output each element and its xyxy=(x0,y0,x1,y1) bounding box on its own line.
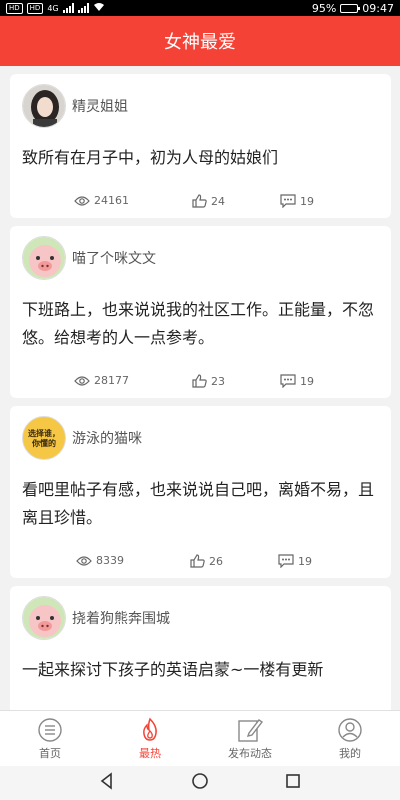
signal-icon-2 xyxy=(77,3,89,13)
system-nav-bar xyxy=(0,766,400,800)
comment-icon[interactable] xyxy=(280,374,296,388)
post-author[interactable]: 挠着狗熊奔围城 xyxy=(22,596,170,640)
status-bar: HD HD 4G 95% 09:47 xyxy=(0,0,400,16)
views-stat: 24161 xyxy=(74,194,129,207)
post-stats: 8339 26 19 xyxy=(10,554,391,574)
post-stats: 24161 24 19 xyxy=(10,194,391,214)
username[interactable]: 喵了个咪文文 xyxy=(72,248,156,268)
battery-percent: 95% xyxy=(311,1,337,15)
views-stat: 28177 xyxy=(74,374,129,387)
post-feed[interactable]: 精灵姐姐 致所有在月子中，初为人母的姑娘们 24161 24 19 喵了个咪文文… xyxy=(0,66,400,710)
home-list-icon xyxy=(37,717,63,743)
network-type: 4G xyxy=(47,3,59,13)
eye-icon xyxy=(76,555,92,567)
edit-post-icon xyxy=(237,717,263,743)
comment-icon[interactable] xyxy=(278,554,294,568)
likes-stat[interactable]: 26 xyxy=(190,554,223,568)
post-stats: 28177 23 19 xyxy=(10,374,391,394)
likes-stat[interactable]: 23 xyxy=(192,374,225,388)
view-count: 8339 xyxy=(96,554,124,567)
tab-home[interactable]: 首页 xyxy=(0,711,100,766)
comments-stat[interactable]: 19 xyxy=(280,374,314,388)
comments-stat[interactable]: 19 xyxy=(278,554,312,568)
page-title: 女神最爱 xyxy=(164,32,236,53)
username[interactable]: 挠着狗熊奔围城 xyxy=(72,608,170,628)
user-profile-icon xyxy=(337,717,363,743)
like-count: 23 xyxy=(211,374,225,388)
likes-stat[interactable]: 24 xyxy=(192,194,225,208)
clock: 09:47 xyxy=(362,1,394,15)
views-stat: 8339 xyxy=(76,554,124,567)
hd-badge: HD xyxy=(6,2,23,14)
recents-square-icon[interactable] xyxy=(284,772,302,794)
app-header: 女神最爱 xyxy=(0,16,400,66)
status-right: 95% 09:47 xyxy=(312,2,394,15)
tab-profile[interactable]: 我的 xyxy=(300,711,400,766)
tab-hot[interactable]: 最热 xyxy=(100,711,200,766)
avatar-text: 选择谁，你懂的 xyxy=(28,428,60,448)
post-text[interactable]: 下班路上，也来说说我的社区工作。正能量，不忽悠。给想考的人一点参考。 xyxy=(22,296,380,352)
post-card[interactable]: 喵了个咪文文 下班路上，也来说说我的社区工作。正能量，不忽悠。给想考的人一点参考… xyxy=(10,226,391,398)
tab-label: 首页 xyxy=(39,746,61,760)
like-count: 26 xyxy=(209,554,223,568)
post-card[interactable]: 精灵姐姐 致所有在月子中，初为人母的姑娘们 24161 24 19 xyxy=(10,74,391,218)
thumbs-up-icon[interactable] xyxy=(192,194,207,208)
woman-photo-avatar-icon[interactable] xyxy=(22,84,66,128)
tab-publish[interactable]: 发布动态 xyxy=(200,711,300,766)
like-count: 24 xyxy=(211,194,225,208)
post-text[interactable]: 一起来探讨下孩子的英语启蒙~一楼有更新 xyxy=(22,656,380,684)
post-card[interactable]: 选择谁，你懂的 游泳的猫咪 看吧里帖子有感，也来说说自己吧，离婚不易，且离且珍惜… xyxy=(10,406,391,578)
post-author[interactable]: 喵了个咪文文 xyxy=(22,236,156,280)
comment-count: 19 xyxy=(300,374,314,388)
post-text[interactable]: 看吧里帖子有感，也来说说自己吧，离婚不易，且离且珍惜。 xyxy=(22,476,380,532)
cartoon-pig-avatar-icon[interactable] xyxy=(22,236,66,280)
post-text[interactable]: 致所有在月子中，初为人母的姑娘们 xyxy=(22,144,380,172)
thumbs-up-icon[interactable] xyxy=(190,554,205,568)
text-badge-avatar-icon[interactable]: 选择谁，你懂的 xyxy=(22,416,66,460)
post-author[interactable]: 选择谁，你懂的 游泳的猫咪 xyxy=(22,416,142,460)
view-count: 28177 xyxy=(94,374,129,387)
post-card[interactable]: 挠着狗熊奔围城 一起来探讨下孩子的英语启蒙~一楼有更新 xyxy=(10,586,391,710)
eye-icon xyxy=(74,195,90,207)
back-icon[interactable] xyxy=(98,772,116,794)
view-count: 24161 xyxy=(94,194,129,207)
username[interactable]: 精灵姐姐 xyxy=(72,96,128,116)
post-author[interactable]: 精灵姐姐 xyxy=(22,84,128,128)
signal-icon xyxy=(62,3,74,13)
cartoon-pig-avatar-icon[interactable] xyxy=(22,596,66,640)
wifi-icon xyxy=(93,2,105,15)
tab-label: 我的 xyxy=(339,746,361,760)
flame-icon xyxy=(137,717,163,743)
home-circle-icon[interactable] xyxy=(191,772,209,794)
thumbs-up-icon[interactable] xyxy=(192,374,207,388)
eye-icon xyxy=(74,375,90,387)
comment-icon[interactable] xyxy=(280,194,296,208)
battery-icon xyxy=(340,3,361,13)
hd-badge-2: HD xyxy=(26,2,44,14)
comment-count: 19 xyxy=(300,194,314,208)
comment-count: 19 xyxy=(298,554,312,568)
username[interactable]: 游泳的猫咪 xyxy=(72,428,142,448)
comments-stat[interactable]: 19 xyxy=(280,194,314,208)
tab-label: 最热 xyxy=(139,746,161,760)
bottom-tab-bar: 首页 最热 发布动态 我的 xyxy=(0,710,400,766)
tab-label: 发布动态 xyxy=(228,746,272,760)
status-left: HD HD 4G xyxy=(6,2,105,15)
